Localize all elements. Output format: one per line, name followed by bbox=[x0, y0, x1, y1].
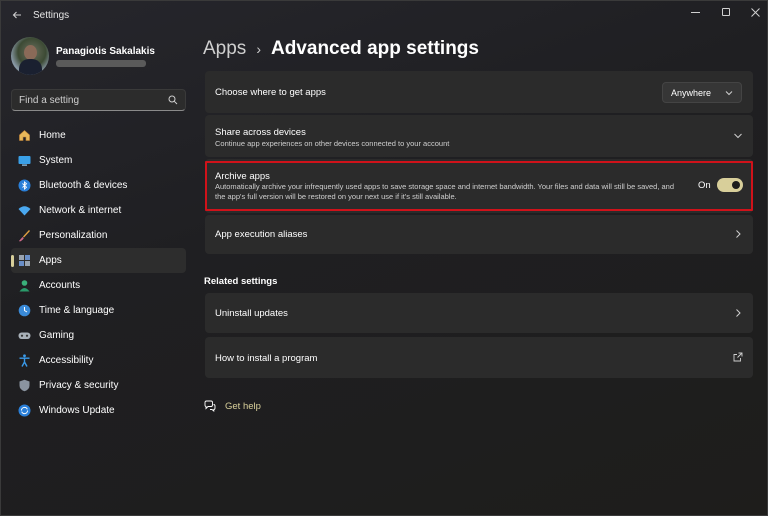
system-icon bbox=[17, 154, 31, 168]
breadcrumb-separator: › bbox=[256, 41, 261, 57]
sidebar-item-bluetooth[interactable]: Bluetooth & devices bbox=[11, 173, 186, 198]
sidebar-item-accounts[interactable]: Accounts bbox=[11, 273, 186, 298]
help-chat-icon bbox=[204, 400, 216, 412]
bluetooth-icon bbox=[17, 179, 31, 193]
update-icon bbox=[17, 404, 31, 418]
globe-clock-icon bbox=[17, 304, 31, 318]
apps-icon bbox=[17, 254, 31, 268]
install-program-setting[interactable]: How to install a program bbox=[205, 337, 753, 378]
sidebar-nav: Home System Bluetooth & devices Network … bbox=[11, 123, 186, 423]
avatar-face bbox=[24, 45, 37, 60]
search-input[interactable] bbox=[12, 90, 162, 110]
app-title: Settings bbox=[33, 10, 70, 21]
avatar bbox=[11, 37, 49, 75]
share-title: Share across devices bbox=[215, 127, 306, 138]
share-description: Continue app experiences on other device… bbox=[215, 139, 450, 148]
search-box[interactable] bbox=[11, 89, 186, 111]
profile-name: Panagiotis Sakalakis bbox=[56, 46, 155, 57]
sidebar-item-personalization[interactable]: Personalization bbox=[11, 223, 186, 248]
accessibility-icon bbox=[17, 354, 31, 368]
get-help-link[interactable]: Get help bbox=[204, 399, 261, 413]
install-program-title: How to install a program bbox=[215, 353, 318, 364]
chevron-down-icon[interactable] bbox=[733, 131, 743, 141]
sidebar-item-home[interactable]: Home bbox=[11, 123, 186, 148]
minimize-icon bbox=[690, 11, 700, 13]
sidebar-item-system[interactable]: System bbox=[11, 148, 186, 173]
sidebar-item-label: Privacy & security bbox=[39, 380, 119, 391]
settings-window: Settings Panagiotis Sakalakis Home bbox=[0, 0, 768, 516]
sidebar-item-label: Personalization bbox=[39, 230, 108, 241]
close-button[interactable] bbox=[738, 1, 768, 23]
sidebar-item-label: Windows Update bbox=[39, 405, 115, 416]
share-across-devices-setting[interactable]: Share across devices Continue app experi… bbox=[205, 115, 753, 157]
uninstall-updates-title: Uninstall updates bbox=[215, 308, 288, 319]
chevron-right-icon bbox=[736, 309, 741, 317]
get-help-label: Get help bbox=[225, 400, 261, 412]
close-icon bbox=[750, 7, 760, 17]
user-profile[interactable]: Panagiotis Sakalakis bbox=[11, 37, 191, 77]
sidebar-item-windows-update[interactable]: Windows Update bbox=[11, 398, 186, 423]
aliases-title: App execution aliases bbox=[215, 229, 308, 240]
toggle-knob bbox=[732, 181, 740, 189]
sidebar-item-time-language[interactable]: Time & language bbox=[11, 298, 186, 323]
app-execution-aliases-setting[interactable]: App execution aliases bbox=[205, 215, 753, 254]
uninstall-updates-setting[interactable]: Uninstall updates bbox=[205, 293, 753, 333]
highlight-box bbox=[205, 161, 753, 211]
page-title: Advanced app settings bbox=[270, 38, 479, 59]
sidebar-item-network[interactable]: Network & internet bbox=[11, 198, 186, 223]
get-apps-dropdown[interactable]: Anywhere bbox=[662, 82, 742, 103]
sidebar-item-privacy[interactable]: Privacy & security bbox=[11, 373, 186, 398]
sidebar-item-label: Gaming bbox=[39, 330, 75, 341]
chevron-down-icon bbox=[725, 91, 733, 96]
title-bar: Settings bbox=[1, 1, 767, 31]
sidebar-item-label: Home bbox=[39, 130, 66, 141]
network-icon bbox=[17, 204, 31, 218]
archive-toggle-state: On bbox=[698, 180, 711, 191]
search-icon[interactable] bbox=[168, 95, 178, 105]
related-settings-heading: Related settings bbox=[204, 276, 278, 287]
sidebar-item-label: System bbox=[39, 155, 73, 166]
sidebar-item-label: Apps bbox=[39, 255, 62, 266]
get-apps-dropdown-value: Anywhere bbox=[671, 88, 712, 98]
back-button[interactable] bbox=[9, 8, 25, 24]
accounts-icon bbox=[17, 279, 31, 293]
sidebar-item-gaming[interactable]: Gaming bbox=[11, 323, 186, 348]
sidebar-item-label: Bluetooth & devices bbox=[39, 180, 128, 191]
archive-apps-toggle[interactable] bbox=[717, 178, 743, 192]
sidebar-item-label: Network & internet bbox=[39, 205, 122, 216]
sidebar-item-label: Accounts bbox=[39, 280, 81, 291]
maximize-icon bbox=[722, 8, 730, 16]
sidebar-item-accessibility[interactable]: Accessibility bbox=[11, 348, 186, 373]
gamepad-icon bbox=[17, 329, 31, 343]
minimize-button[interactable] bbox=[678, 1, 712, 23]
avatar-body bbox=[19, 59, 42, 75]
sidebar-item-label: Time & language bbox=[39, 305, 115, 316]
shield-icon bbox=[17, 379, 31, 393]
home-icon bbox=[17, 129, 31, 143]
breadcrumb: Apps › Advanced app settings bbox=[203, 37, 479, 61]
brush-icon bbox=[17, 229, 31, 243]
breadcrumb-parent-link[interactable]: Apps bbox=[203, 38, 246, 60]
external-link-icon bbox=[733, 352, 743, 362]
get-apps-title: Choose where to get apps bbox=[215, 87, 326, 98]
back-arrow-icon bbox=[12, 11, 21, 19]
sidebar-item-label: Accessibility bbox=[39, 355, 94, 366]
chevron-right-icon bbox=[736, 230, 741, 238]
sidebar-item-apps[interactable]: Apps bbox=[11, 248, 186, 273]
profile-email-redacted bbox=[56, 60, 146, 67]
